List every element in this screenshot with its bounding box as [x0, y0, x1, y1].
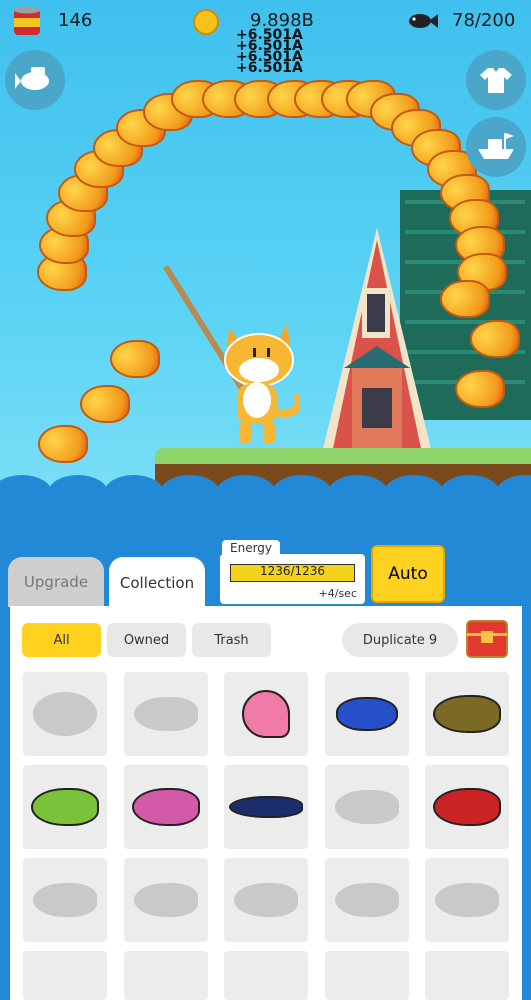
- collection-item-fish-d[interactable]: [324, 858, 409, 942]
- conch-shell-icon: [242, 690, 290, 738]
- filter-owned[interactable]: Owned: [107, 623, 186, 657]
- filter-trash[interactable]: Trash: [192, 623, 271, 657]
- collection-item-partial[interactable]: [224, 951, 308, 1000]
- wave-crest: [216, 475, 276, 511]
- blue-crab-icon: [335, 697, 398, 731]
- energy-value: 1236/1236: [259, 564, 326, 578]
- caught-fish: [38, 425, 88, 463]
- energy-rate: +4/sec: [318, 587, 357, 600]
- fish-shop-icon: [15, 67, 49, 90]
- shirt-icon: [480, 68, 512, 93]
- treasure-chest-icon: [466, 620, 508, 658]
- unknown-fish-icon: [334, 883, 399, 917]
- brown-spotted-fish-icon: [433, 695, 501, 733]
- collection-item-green-tetra[interactable]: [23, 765, 107, 849]
- treasure-chest-button[interactable]: [465, 617, 509, 659]
- unknown-fish-icon: [133, 883, 198, 917]
- collection-item-dark-fish[interactable]: [123, 672, 208, 756]
- can-icon: [13, 6, 41, 36]
- collection-item-partial[interactable]: [324, 951, 409, 1000]
- collection-item-marlin[interactable]: [224, 765, 308, 849]
- fish-capacity: 78/200: [452, 10, 516, 31]
- energy-panel: Energy 1236/1236 +4/sec: [220, 540, 365, 604]
- boat-button[interactable]: [466, 117, 526, 177]
- unknown-fish-icon: [133, 697, 198, 731]
- cans-count: 146: [58, 10, 93, 31]
- red-grouper-icon: [433, 788, 501, 826]
- unknown-fish-icon: [435, 883, 499, 917]
- wave-crest: [48, 475, 108, 511]
- wave-crest: [440, 475, 500, 511]
- caught-fish: [80, 385, 130, 423]
- energy-title: Energy: [222, 540, 281, 556]
- coin-popup-stack: +6.501A +6.501A +6.501A +6.501A: [236, 28, 316, 76]
- collection-item-pink-fish[interactable]: [123, 765, 208, 849]
- collection-item-grey-fish[interactable]: [324, 765, 409, 849]
- wave-crest: [272, 475, 332, 511]
- collection-item-fish-b[interactable]: [123, 858, 208, 942]
- coin-popup: +6.501A: [236, 60, 303, 76]
- auto-button[interactable]: Auto: [371, 545, 445, 603]
- caught-fish: [470, 320, 520, 358]
- caught-fish: [455, 370, 505, 408]
- marlin-icon: [229, 796, 303, 818]
- wave-crest: [328, 475, 388, 511]
- collection-item-fish-e[interactable]: [425, 858, 509, 942]
- green-tetra-icon: [31, 788, 99, 826]
- fish-icon: [408, 12, 438, 34]
- collection-item-partial[interactable]: [425, 951, 509, 1000]
- outfit-button[interactable]: [466, 50, 526, 110]
- unknown-fish-icon: [33, 692, 97, 736]
- wave-crest: [104, 475, 164, 511]
- caught-fish: [110, 340, 160, 378]
- collection-item-brown-spotted-fish[interactable]: [425, 672, 509, 756]
- tab-collection[interactable]: Collection: [109, 557, 205, 609]
- pink-fish-icon: [131, 788, 200, 826]
- unknown-fish-icon: [234, 883, 298, 917]
- collection-item-partial[interactable]: [123, 951, 208, 1000]
- energy-bar: 1236/1236: [230, 564, 355, 582]
- tab-upgrade[interactable]: Upgrade: [8, 557, 104, 607]
- red-cabin: [322, 228, 432, 453]
- fisher-cat[interactable]: [215, 318, 303, 448]
- fish-shop-button[interactable]: [5, 50, 65, 110]
- collection-item-fish-a[interactable]: [23, 858, 107, 942]
- boat-icon: [478, 133, 514, 159]
- collection-item-red-grouper[interactable]: [425, 765, 509, 849]
- collection-item-turtle[interactable]: [23, 672, 107, 756]
- island-grass: [155, 448, 531, 464]
- filter-all[interactable]: All: [22, 623, 101, 657]
- unknown-fish-icon: [334, 790, 399, 824]
- wave-crest: [160, 475, 220, 511]
- collection-item-partial[interactable]: [23, 951, 107, 1000]
- collection-item-fish-c[interactable]: [224, 858, 308, 942]
- wave-crest: [384, 475, 444, 511]
- unknown-fish-icon: [33, 883, 97, 917]
- collection-item-blue-crab[interactable]: [324, 672, 409, 756]
- caught-fish: [440, 280, 490, 318]
- duplicate-button[interactable]: Duplicate 9: [342, 623, 458, 657]
- coin-icon: [193, 9, 219, 35]
- collection-item-conch-shell[interactable]: [224, 672, 308, 756]
